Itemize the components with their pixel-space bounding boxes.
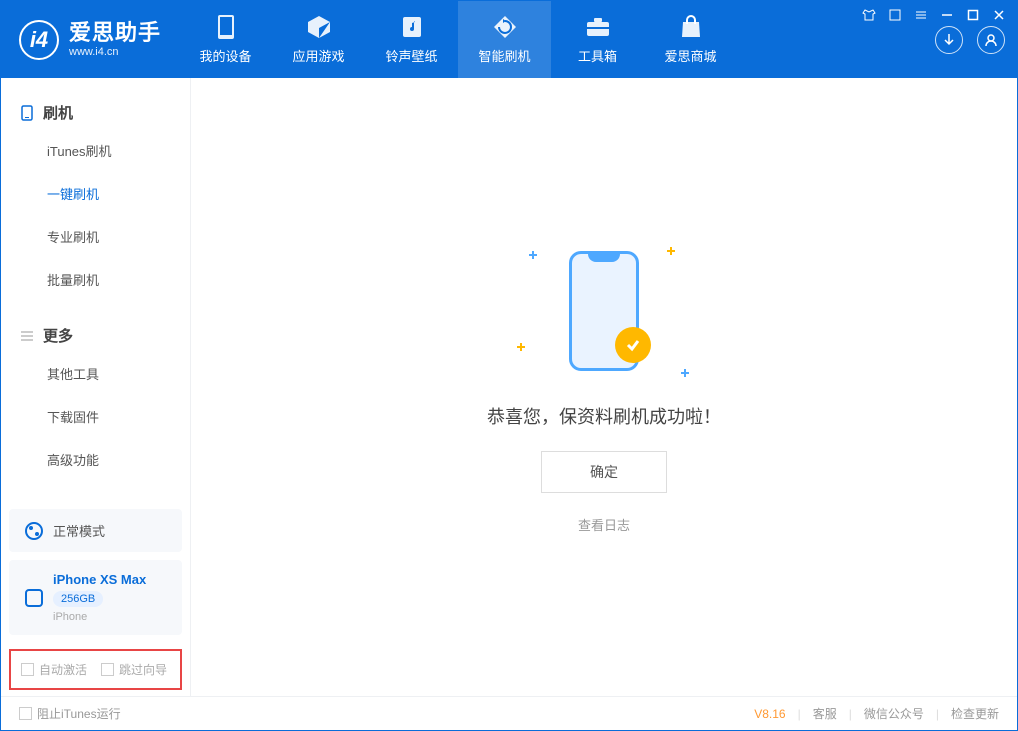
checkbox-auto-activate[interactable]: 自动激活 xyxy=(21,661,87,678)
device-panel[interactable]: iPhone XS Max 256GB iPhone xyxy=(9,560,182,635)
checkbox-block-itunes[interactable]: 阻止iTunes运行 xyxy=(19,705,121,722)
checkbox-label: 自动激活 xyxy=(39,661,87,678)
logo-area: i4 爱思助手 www.i4.cn xyxy=(1,1,179,78)
nav-toolbox[interactable]: 工具箱 xyxy=(551,1,644,78)
toolbox-icon xyxy=(585,14,611,40)
sidebar-header-label: 更多 xyxy=(43,325,73,346)
nav-label: 爱思商城 xyxy=(665,46,717,65)
nav-my-device[interactable]: 我的设备 xyxy=(179,1,272,78)
header-right xyxy=(935,26,1005,54)
sidebar-item-other-tools[interactable]: 其他工具 xyxy=(1,352,190,395)
sidebar-item-advanced[interactable]: 高级功能 xyxy=(1,438,190,481)
sidebar-section-more: 更多 其他工具 下载固件 高级功能 xyxy=(1,301,190,481)
bag-icon xyxy=(678,14,704,40)
view-log-link[interactable]: 查看日志 xyxy=(578,515,630,534)
sidebar-item-batch-flash[interactable]: 批量刷机 xyxy=(1,258,190,301)
sparkle-icon xyxy=(529,251,537,259)
checkbox-label: 阻止iTunes运行 xyxy=(37,705,121,722)
main-content: 恭喜您，保资料刷机成功啦！ 确定 查看日志 xyxy=(191,78,1017,696)
mode-label: 正常模式 xyxy=(53,521,105,540)
window-controls xyxy=(861,7,1007,23)
sidebar-item-one-click-flash[interactable]: 一键刷机 xyxy=(1,172,190,215)
mode-icon xyxy=(25,522,43,540)
nav-label: 工具箱 xyxy=(578,46,617,65)
list-icon xyxy=(19,328,35,344)
nav-label: 铃声壁纸 xyxy=(386,46,438,65)
close-button[interactable] xyxy=(991,7,1007,23)
body: 刷机 iTunes刷机 一键刷机 专业刷机 批量刷机 更多 其他工具 下载固件 … xyxy=(1,78,1017,696)
sidebar-header-flash: 刷机 xyxy=(1,96,190,129)
device-name: iPhone XS Max xyxy=(53,572,146,587)
logo-icon: i4 xyxy=(19,20,59,60)
nav-apps-games[interactable]: 应用游戏 xyxy=(272,1,365,78)
sparkle-icon xyxy=(517,343,525,351)
footer-link-update[interactable]: 检查更新 xyxy=(951,705,999,722)
footer-link-support[interactable]: 客服 xyxy=(813,705,837,722)
phone-icon xyxy=(19,105,35,121)
sidebar-item-itunes-flash[interactable]: iTunes刷机 xyxy=(1,129,190,172)
footer-link-wechat[interactable]: 微信公众号 xyxy=(864,705,924,722)
mode-panel[interactable]: 正常模式 xyxy=(9,509,182,552)
top-nav: 我的设备 应用游戏 铃声壁纸 智能刷机 工具箱 爱思商城 xyxy=(179,1,737,78)
device-small-icon xyxy=(25,589,43,607)
user-button[interactable] xyxy=(977,26,1005,54)
music-icon xyxy=(399,14,425,40)
download-button[interactable] xyxy=(935,26,963,54)
check-badge-icon xyxy=(615,327,651,363)
cube-icon xyxy=(306,14,332,40)
ok-button[interactable]: 确定 xyxy=(541,451,667,493)
app-subtitle: www.i4.cn xyxy=(69,46,161,58)
device-capacity: 256GB xyxy=(53,591,103,607)
checkbox-icon xyxy=(19,707,32,720)
version-label: V8.16 xyxy=(754,707,785,721)
sparkle-icon xyxy=(667,247,675,255)
sidebar-header-label: 刷机 xyxy=(43,102,73,123)
sidebar-item-download-firmware[interactable]: 下载固件 xyxy=(1,395,190,438)
refresh-icon xyxy=(492,14,518,40)
sidebar-section-flash: 刷机 iTunes刷机 一键刷机 专业刷机 批量刷机 xyxy=(1,78,190,301)
checkbox-icon xyxy=(21,663,34,676)
nav-label: 应用游戏 xyxy=(293,46,345,65)
nav-label: 我的设备 xyxy=(200,46,252,65)
menu-icon[interactable] xyxy=(913,7,929,23)
flash-options-highlight: 自动激活 跳过向导 xyxy=(9,649,182,690)
maximize-button[interactable] xyxy=(965,7,981,23)
nav-ringtones[interactable]: 铃声壁纸 xyxy=(365,1,458,78)
app-title: 爱思助手 xyxy=(69,21,161,45)
footer: 阻止iTunes运行 V8.16 | 客服 | 微信公众号 | 检查更新 xyxy=(1,696,1017,730)
nav-label: 智能刷机 xyxy=(479,46,531,65)
checkbox-icon xyxy=(101,663,114,676)
checkbox-skip-guide[interactable]: 跳过向导 xyxy=(101,661,167,678)
skin-icon[interactable] xyxy=(887,7,903,23)
device-type: iPhone xyxy=(53,611,146,623)
checkbox-label: 跳过向导 xyxy=(119,661,167,678)
sidebar: 刷机 iTunes刷机 一键刷机 专业刷机 批量刷机 更多 其他工具 下载固件 … xyxy=(1,78,191,696)
success-illustration xyxy=(509,241,699,381)
sidebar-item-pro-flash[interactable]: 专业刷机 xyxy=(1,215,190,258)
device-icon xyxy=(213,14,239,40)
minimize-button[interactable] xyxy=(939,7,955,23)
header: i4 爱思助手 www.i4.cn 我的设备 应用游戏 铃声壁纸 智能刷机 工具… xyxy=(1,1,1017,78)
shirt-icon[interactable] xyxy=(861,7,877,23)
success-message: 恭喜您，保资料刷机成功啦！ xyxy=(487,403,721,429)
nav-smart-flash[interactable]: 智能刷机 xyxy=(458,1,551,78)
nav-store[interactable]: 爱思商城 xyxy=(644,1,737,78)
sidebar-header-more: 更多 xyxy=(1,319,190,352)
sparkle-icon xyxy=(681,369,689,377)
